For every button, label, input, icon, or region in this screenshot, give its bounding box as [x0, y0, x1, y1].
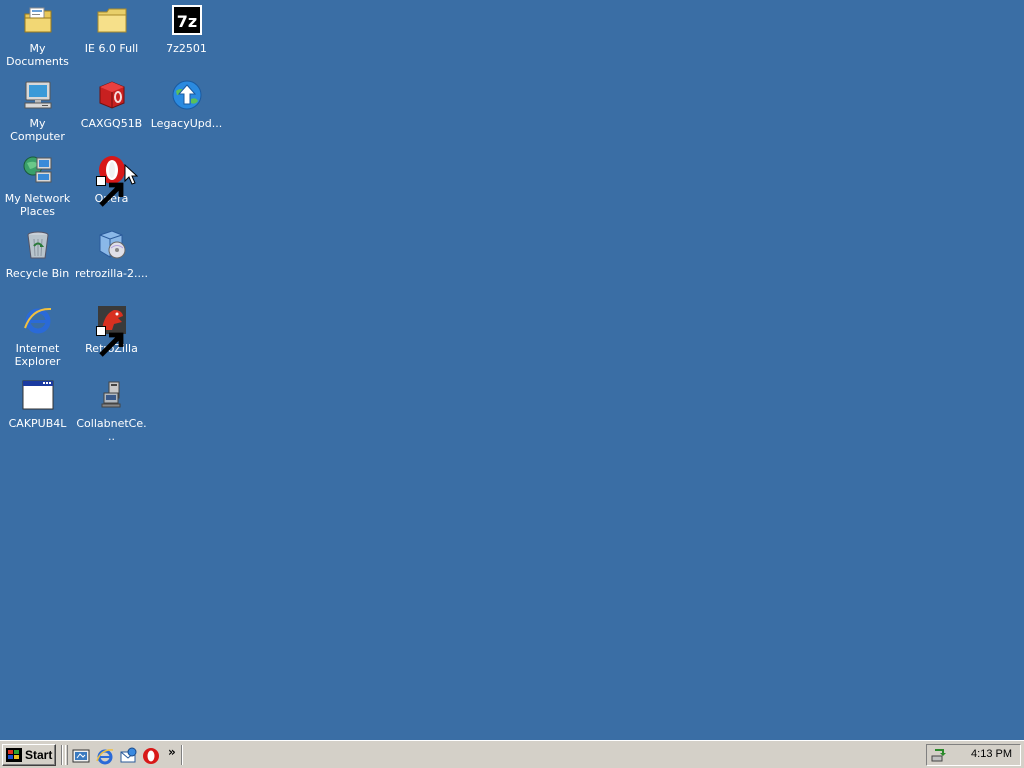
- quick-launch-outlook-express[interactable]: [119, 747, 137, 765]
- installer-icon: [96, 229, 128, 261]
- start-button[interactable]: Start: [2, 744, 56, 766]
- internet-explorer-icon: [96, 749, 114, 765]
- start-label: Start: [25, 748, 53, 762]
- window-icon: [22, 379, 54, 411]
- desktop-icon-opera[interactable]: Opera: [74, 152, 149, 222]
- quick-launch-internet-explorer[interactable]: [96, 747, 114, 765]
- desktop-icon-recycle-bin[interactable]: Recycle Bin: [0, 227, 75, 297]
- show-desktop-icon: [72, 749, 90, 763]
- internet-explorer-icon: [22, 304, 54, 336]
- 7zip-icon: 7z: [171, 4, 203, 36]
- desktop-icon-label: CollabnetCe...: [76, 417, 147, 443]
- svg-text:7z: 7z: [176, 12, 196, 31]
- recycle-bin-icon: [22, 229, 54, 261]
- collabnet-icon: [96, 379, 128, 411]
- desktop-icon-label: retrozilla-2....: [75, 267, 149, 280]
- quick-launch-show-desktop[interactable]: [72, 747, 90, 765]
- taskbar: Start » 4:13 PM: [0, 740, 1024, 768]
- desktop-icon-label: CAKPUB4L: [8, 417, 67, 430]
- desktop-icon-retrozilla[interactable]: RetroZilla: [74, 302, 149, 372]
- safely-remove-hardware-icon[interactable]: [931, 747, 947, 763]
- retrozilla-icon: [95, 304, 128, 357]
- desktop-icon-7z2501[interactable]: 7z 7z2501: [149, 2, 224, 72]
- network-places-icon: [22, 154, 54, 186]
- taskbar-separator: [61, 745, 63, 765]
- desktop-icon-label: Internet Explorer: [14, 342, 61, 368]
- legacy-update-icon: [171, 79, 203, 111]
- outlook-express-icon: [120, 747, 137, 763]
- shortcut-arrow-icon: [95, 326, 123, 357]
- desktop-icon-cakpub4l[interactable]: CAKPUB4L: [0, 377, 75, 447]
- windows-logo-icon: [6, 748, 22, 762]
- quick-launch-opera[interactable]: [142, 747, 160, 765]
- desktop-icon-my-network-places[interactable]: My Network Places: [0, 152, 75, 222]
- mouse-cursor-icon: [124, 164, 138, 185]
- desktop-icon-internet-explorer[interactable]: Internet Explorer: [0, 302, 75, 372]
- desktop: My Documents My Computer My Network Plac…: [0, 0, 1024, 740]
- desktop-icon-label: IE 6.0 Full: [84, 42, 139, 55]
- my-documents-icon: [22, 4, 54, 36]
- desktop-icon-label: My Network Places: [4, 192, 71, 218]
- desktop-icon-label: My Documents: [6, 42, 69, 68]
- shortcut-arrow-icon: [95, 176, 123, 207]
- my-computer-icon: [22, 79, 54, 111]
- opera-icon: [95, 154, 128, 207]
- desktop-icon-legacy-update[interactable]: LegacyUpd...: [149, 77, 224, 147]
- system-tray: 4:13 PM: [926, 744, 1021, 766]
- opera-icon: [143, 748, 159, 764]
- clock[interactable]: 4:13 PM: [971, 748, 1012, 760]
- folder-icon: [96, 4, 128, 36]
- desktop-icon-label: Recycle Bin: [5, 267, 70, 280]
- desktop-icon-retrozilla-installer[interactable]: retrozilla-2....: [74, 227, 149, 297]
- desktop-icon-label: LegacyUpd...: [150, 117, 223, 130]
- taskbar-separator: [181, 745, 183, 765]
- red-box-icon: [96, 79, 128, 111]
- desktop-icon-label: CAXGQ51B: [80, 117, 143, 130]
- desktop-icon-collabnet[interactable]: CollabnetCe...: [74, 377, 149, 447]
- desktop-icon-ie-6-full[interactable]: IE 6.0 Full: [74, 2, 149, 72]
- desktop-icon-label: My Computer: [10, 117, 65, 143]
- desktop-icon-my-documents[interactable]: My Documents: [0, 2, 75, 72]
- quick-launch-more-button[interactable]: »: [168, 745, 176, 759]
- quick-launch-grip[interactable]: [65, 745, 68, 765]
- desktop-icon-my-computer[interactable]: My Computer: [0, 77, 75, 147]
- desktop-icon-caxgq51b[interactable]: CAXGQ51B: [74, 77, 149, 147]
- desktop-icon-label: 7z2501: [166, 42, 207, 55]
